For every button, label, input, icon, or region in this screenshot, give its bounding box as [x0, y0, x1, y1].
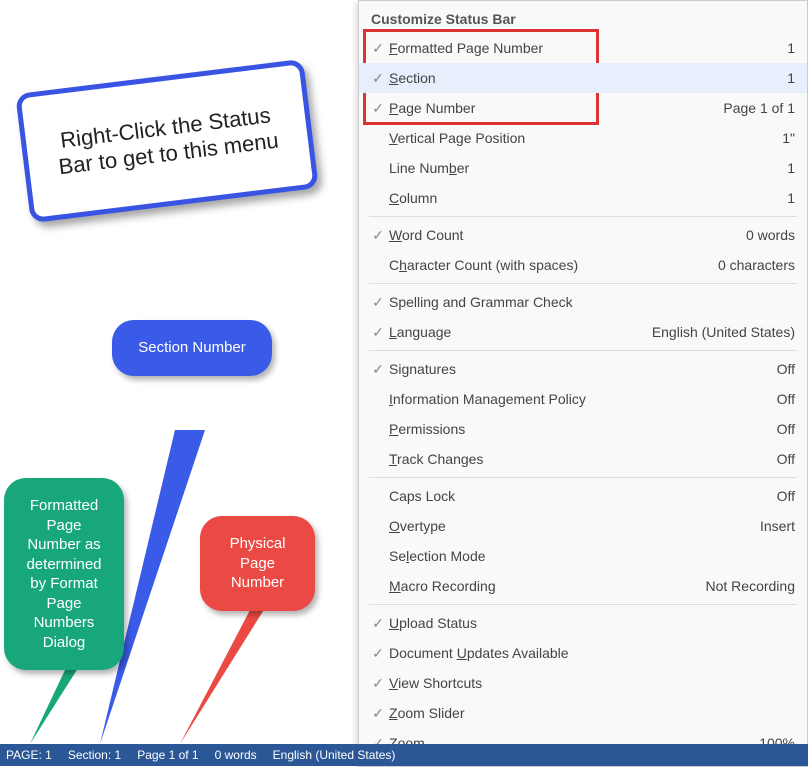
menu-item-value: Off [777, 391, 795, 407]
menu-item[interactable]: Overtype Insert [359, 511, 807, 541]
menu-item[interactable]: Character Count (with spaces) 0 character… [359, 250, 807, 280]
menu-item-value: Off [777, 488, 795, 504]
menu-item-label: Overtype [389, 518, 446, 534]
menu-item[interactable]: Line Number 1 [359, 153, 807, 183]
menu-separator [369, 604, 797, 605]
menu-item-label: Zoom Slider [389, 705, 464, 721]
menu-item[interactable]: Column 1 [359, 183, 807, 213]
callout-physical-page-number: Physical Page Number [200, 516, 315, 611]
menu-item-label: Information Management Policy [389, 391, 586, 407]
menu-item-label: Spelling and Grammar Check [389, 294, 573, 310]
menu-item-label: Permissions [389, 421, 465, 437]
check-icon: ✓ [367, 324, 389, 341]
status-bar[interactable]: PAGE: 1 Section: 1 Page 1 of 1 0 words E… [0, 744, 808, 766]
check-icon: ✓ [367, 361, 389, 378]
menu-item[interactable]: ✓Zoom Slider [359, 698, 807, 728]
check-icon: ✓ [367, 615, 389, 632]
menu-item-label: Caps Lock [389, 488, 455, 504]
menu-item[interactable]: ✓Page Number Page 1 of 1 [359, 93, 807, 123]
menu-item-value: Off [777, 361, 795, 377]
menu-item-label: Language [389, 324, 451, 340]
menu-item-label: Column [389, 190, 437, 206]
menu-item-label: View Shortcuts [389, 675, 482, 691]
menu-item[interactable]: ✓Section 1 [359, 63, 807, 93]
menu-title: Customize Status Bar [359, 7, 807, 33]
menu-item[interactable]: ✓Word Count 0 words [359, 220, 807, 250]
callout-physical-page-number-text: Physical Page Number [200, 516, 315, 611]
status-page[interactable]: PAGE: 1 [6, 748, 52, 762]
callout-section-number-text: Section Number [112, 320, 272, 376]
status-word-count[interactable]: 0 words [215, 748, 257, 762]
menu-item-label: Track Changes [389, 451, 483, 467]
menu-item[interactable]: Macro Recording Not Recording [359, 571, 807, 601]
check-icon: ✓ [367, 705, 389, 722]
menu-item-label: Word Count [389, 227, 463, 243]
menu-item-label: Selection Mode [389, 548, 486, 564]
menu-item[interactable]: ✓Upload Status [359, 608, 807, 638]
menu-item[interactable]: ✓Spelling and Grammar Check [359, 287, 807, 317]
menu-separator [369, 477, 797, 478]
status-page-of[interactable]: Page 1 of 1 [137, 748, 198, 762]
status-section[interactable]: Section: 1 [68, 748, 121, 762]
menu-item-value: 1 [787, 40, 795, 56]
check-icon: ✓ [367, 294, 389, 311]
menu-item-value: 1 [787, 160, 795, 176]
menu-item-value: 1 [787, 70, 795, 86]
menu-item-label: Upload Status [389, 615, 477, 631]
menu-item-label: Signatures [389, 361, 456, 377]
menu-item[interactable]: ✓View Shortcuts [359, 668, 807, 698]
menu-item[interactable]: ✓Document Updates Available [359, 638, 807, 668]
menu-item[interactable]: ✓Signatures Off [359, 354, 807, 384]
check-icon: ✓ [367, 70, 389, 87]
menu-item-label: Formatted Page Number [389, 40, 543, 56]
check-icon: ✓ [367, 100, 389, 117]
menu-item-value: Not Recording [706, 578, 796, 594]
check-icon: ✓ [367, 227, 389, 244]
menu-item-label: Vertical Page Position [389, 130, 525, 146]
menu-item[interactable]: Selection Mode [359, 541, 807, 571]
menu-item[interactable]: ✓Formatted Page Number 1 [359, 33, 807, 63]
menu-item-value: Off [777, 421, 795, 437]
status-language[interactable]: English (United States) [273, 748, 396, 762]
menu-item-label: Line Number [389, 160, 469, 176]
menu-item[interactable]: Information Management Policy Off [359, 384, 807, 414]
instruction-text: Right-Click the Status Bar to get to thi… [41, 100, 294, 183]
menu-item[interactable]: Vertical Page Position 1" [359, 123, 807, 153]
menu-item-label: Macro Recording [389, 578, 496, 594]
check-icon: ✓ [367, 645, 389, 662]
menu-separator [369, 350, 797, 351]
menu-separator [369, 216, 797, 217]
menu-item-value: Page 1 of 1 [723, 100, 795, 116]
menu-separator [369, 283, 797, 284]
callout-formatted-page-number: Formatted Page Number as determined by F… [4, 478, 124, 670]
menu-item-value: 0 words [746, 227, 795, 243]
menu-item-label: Page Number [389, 100, 475, 116]
menu-item-value: 1" [782, 130, 795, 146]
menu-item-value: Off [777, 451, 795, 467]
menu-item-label: Document Updates Available [389, 645, 569, 661]
check-icon: ✓ [367, 40, 389, 57]
menu-item-label: Section [389, 70, 436, 86]
customize-status-bar-menu[interactable]: Customize Status Bar ✓Formatted Page Num… [358, 0, 808, 767]
menu-item-value: English (United States) [652, 324, 795, 340]
instruction-callout: Right-Click the Status Bar to get to thi… [15, 59, 319, 223]
menu-item[interactable]: Permissions Off [359, 414, 807, 444]
menu-item[interactable]: Track Changes Off [359, 444, 807, 474]
menu-item[interactable]: Caps Lock Off [359, 481, 807, 511]
callout-section-number: Section Number [112, 320, 272, 376]
menu-item-label: Character Count (with spaces) [389, 257, 578, 273]
check-icon: ✓ [367, 675, 389, 692]
menu-item[interactable]: ✓Language English (United States) [359, 317, 807, 347]
menu-item-value: 0 characters [718, 257, 795, 273]
menu-item-value: 1 [787, 190, 795, 206]
callout-formatted-page-number-text: Formatted Page Number as determined by F… [4, 478, 124, 670]
menu-item-value: Insert [760, 518, 795, 534]
